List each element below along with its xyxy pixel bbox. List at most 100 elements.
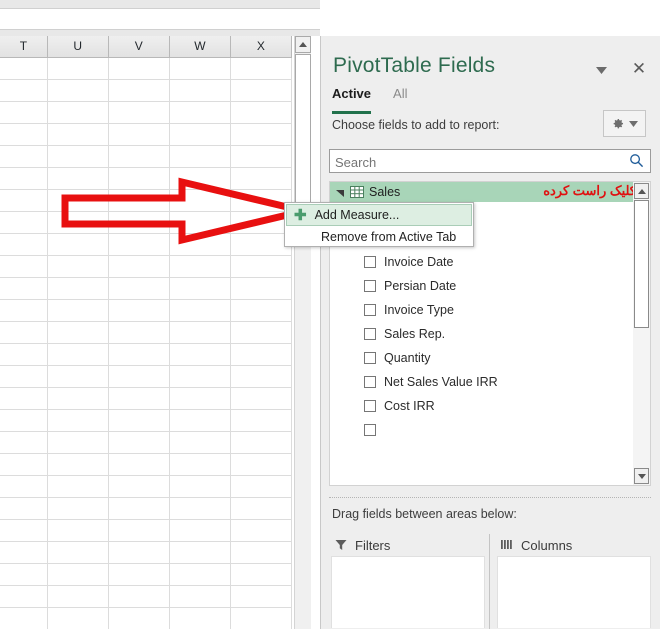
grid-cell[interactable] (0, 190, 48, 212)
column-header-cell[interactable]: V (108, 36, 170, 57)
list-item[interactable]: Invoice Type (330, 298, 650, 322)
grid-cell[interactable] (230, 608, 292, 629)
menu-item-add-measure[interactable]: ✚ Add Measure... (286, 204, 472, 226)
formula-bar[interactable] (0, 8, 320, 30)
grid-cell[interactable] (230, 322, 292, 344)
list-item[interactable]: Cost IRR (330, 394, 650, 418)
grid-cell[interactable] (169, 542, 231, 564)
grid-cell[interactable] (230, 586, 292, 608)
field-checkbox[interactable] (364, 400, 376, 412)
grid-cell[interactable] (108, 300, 170, 322)
grid-cell[interactable] (108, 608, 170, 629)
grid-cell[interactable] (169, 564, 231, 586)
grid-cell[interactable] (0, 300, 48, 322)
grid-row[interactable] (0, 454, 292, 476)
grid-row[interactable] (0, 520, 292, 542)
grid-cell[interactable] (47, 476, 109, 498)
grid-cell[interactable] (47, 608, 109, 629)
grid-cell[interactable] (230, 498, 292, 520)
grid-cell[interactable] (47, 146, 109, 168)
grid-cell[interactable] (47, 58, 109, 80)
spreadsheet-vertical-scrollbar[interactable] (294, 36, 311, 629)
grid-row[interactable] (0, 146, 292, 168)
grid-cell[interactable] (169, 234, 231, 256)
grid-cell[interactable] (169, 80, 231, 102)
list-item-partial[interactable] (330, 418, 650, 442)
grid-cell[interactable] (169, 212, 231, 234)
grid-cell[interactable] (47, 366, 109, 388)
context-menu[interactable]: ✚ Add Measure... Remove from Active Tab (284, 202, 474, 247)
grid-cell[interactable] (230, 190, 292, 212)
grid-row[interactable] (0, 278, 292, 300)
grid-cell[interactable] (169, 498, 231, 520)
grid-cell[interactable] (230, 212, 292, 234)
column-header-cell[interactable]: T (0, 36, 48, 57)
grid-row[interactable] (0, 102, 292, 124)
grid-cell[interactable] (169, 432, 231, 454)
grid-cell[interactable] (230, 146, 292, 168)
grid-cell[interactable] (0, 124, 48, 146)
grid-cell[interactable] (0, 212, 48, 234)
scroll-up-arrow-icon[interactable] (634, 183, 649, 199)
grid-row[interactable] (0, 190, 292, 212)
chevron-down-icon[interactable] (591, 60, 611, 80)
grid-cell[interactable] (47, 80, 109, 102)
grid-cell[interactable] (47, 212, 109, 234)
grid-row[interactable] (0, 344, 292, 366)
grid-cells[interactable] (0, 58, 292, 629)
list-item[interactable]: Persian Date (330, 274, 650, 298)
grid-cell[interactable] (47, 410, 109, 432)
grid-cell[interactable] (230, 366, 292, 388)
grid-cell[interactable] (230, 454, 292, 476)
field-checkbox[interactable] (364, 352, 376, 364)
grid-row[interactable] (0, 542, 292, 564)
grid-cell[interactable] (169, 58, 231, 80)
grid-cell[interactable] (47, 278, 109, 300)
grid-cell[interactable] (0, 520, 48, 542)
grid-cell[interactable] (230, 410, 292, 432)
grid-cell[interactable] (47, 454, 109, 476)
grid-cell[interactable] (47, 256, 109, 278)
grid-row[interactable] (0, 586, 292, 608)
field-list-tools-button[interactable] (603, 110, 646, 137)
grid-row[interactable] (0, 366, 292, 388)
grid-cell[interactable] (108, 410, 170, 432)
grid-cell[interactable] (230, 102, 292, 124)
search-input[interactable] (335, 153, 615, 171)
tab-active[interactable]: Active (332, 86, 372, 114)
grid-row[interactable] (0, 498, 292, 520)
grid-cell[interactable] (0, 498, 48, 520)
list-item[interactable]: Net Sales Value IRR (330, 370, 650, 394)
grid-cell[interactable] (169, 410, 231, 432)
grid-cell[interactable] (108, 146, 170, 168)
grid-cell[interactable] (47, 168, 109, 190)
grid-cell[interactable] (169, 300, 231, 322)
grid-cell[interactable] (0, 234, 48, 256)
area-columns[interactable]: Columns (497, 534, 651, 629)
grid-cell[interactable] (108, 124, 170, 146)
grid-cell[interactable] (230, 256, 292, 278)
grid-cell[interactable] (0, 322, 48, 344)
grid-row[interactable] (0, 564, 292, 586)
grid-row[interactable] (0, 432, 292, 454)
grid-row[interactable] (0, 212, 292, 234)
grid-cell[interactable] (230, 564, 292, 586)
grid-cell[interactable] (108, 234, 170, 256)
grid-row[interactable] (0, 608, 292, 629)
grid-cell[interactable] (108, 190, 170, 212)
grid-row[interactable] (0, 476, 292, 498)
grid-cell[interactable] (230, 168, 292, 190)
menu-item-remove-from-active-tab[interactable]: Remove from Active Tab (285, 227, 473, 247)
field-checkbox[interactable] (364, 304, 376, 316)
scroll-down-arrow-icon[interactable] (634, 468, 649, 484)
grid-cell[interactable] (0, 388, 48, 410)
tab-all[interactable]: All (393, 86, 407, 112)
grid-cell[interactable] (0, 432, 48, 454)
grid-cell[interactable] (0, 476, 48, 498)
grid-row[interactable] (0, 410, 292, 432)
grid-cell[interactable] (169, 256, 231, 278)
grid-cell[interactable] (230, 520, 292, 542)
grid-row[interactable] (0, 300, 292, 322)
grid-cell[interactable] (230, 542, 292, 564)
grid-cell[interactable] (169, 476, 231, 498)
